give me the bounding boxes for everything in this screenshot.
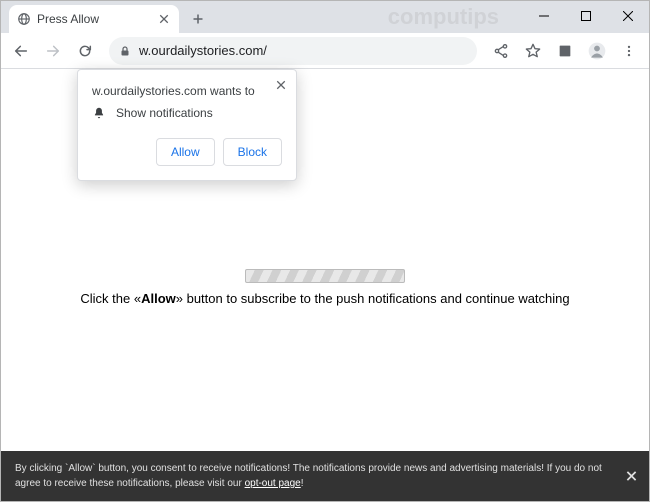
browser-window: computips Press Allow [0,0,650,502]
toolbar: w.ourdailystories.com/ [1,33,649,69]
maximize-button[interactable] [565,1,607,31]
minimize-button[interactable] [523,1,565,31]
consent-close-icon[interactable] [626,471,637,482]
profile-icon[interactable] [583,37,611,65]
watermark: computips [388,4,499,30]
main-message: Click the «Allow» button to subscribe to… [1,269,649,306]
opt-out-link[interactable]: opt-out page [245,478,301,489]
browser-tab[interactable]: Press Allow [9,5,179,33]
new-tab-button[interactable] [185,6,211,32]
instruction-pre: Click the « [80,291,141,306]
forward-button[interactable] [39,37,67,65]
notification-permission-popup: w.ourdailystories.com wants to Show noti… [77,69,297,181]
popup-permission-label: Show notifications [116,106,213,120]
window-controls [523,1,649,33]
consent-bar: By clicking `Allow` button, you consent … [1,451,649,501]
tab-close-icon[interactable] [157,12,171,26]
instruction-post: » button to subscribe to the push notifi… [176,291,570,306]
tab-title: Press Allow [37,12,151,26]
popup-actions: Allow Block [92,138,282,166]
consent-text: By clicking `Allow` button, you consent … [15,463,602,489]
window-close-button[interactable] [607,1,649,31]
allow-button[interactable]: Allow [156,138,215,166]
reload-button[interactable] [71,37,99,65]
block-button[interactable]: Block [223,138,282,166]
address-bar[interactable]: w.ourdailystories.com/ [109,37,477,65]
menu-icon[interactable] [615,37,643,65]
extensions-icon[interactable] [551,37,579,65]
popup-permission-row: Show notifications [92,106,282,120]
titlebar: computips Press Allow [1,1,649,33]
globe-icon [17,12,31,26]
url-text: w.ourdailystories.com/ [139,43,467,58]
back-button[interactable] [7,37,35,65]
instruction-bold: Allow [141,291,176,306]
share-icon[interactable] [487,37,515,65]
popup-close-icon[interactable] [276,80,286,90]
progress-bar [245,269,405,283]
page-content: w.ourdailystories.com wants to Show noti… [1,69,649,501]
consent-text-end: ! [301,478,304,489]
bookmark-icon[interactable] [519,37,547,65]
popup-origin-text: w.ourdailystories.com wants to [92,84,282,98]
tab-strip: Press Allow [1,1,211,33]
instruction-text: Click the «Allow» button to subscribe to… [1,291,649,306]
bell-icon [92,106,106,120]
lock-icon [119,45,131,57]
